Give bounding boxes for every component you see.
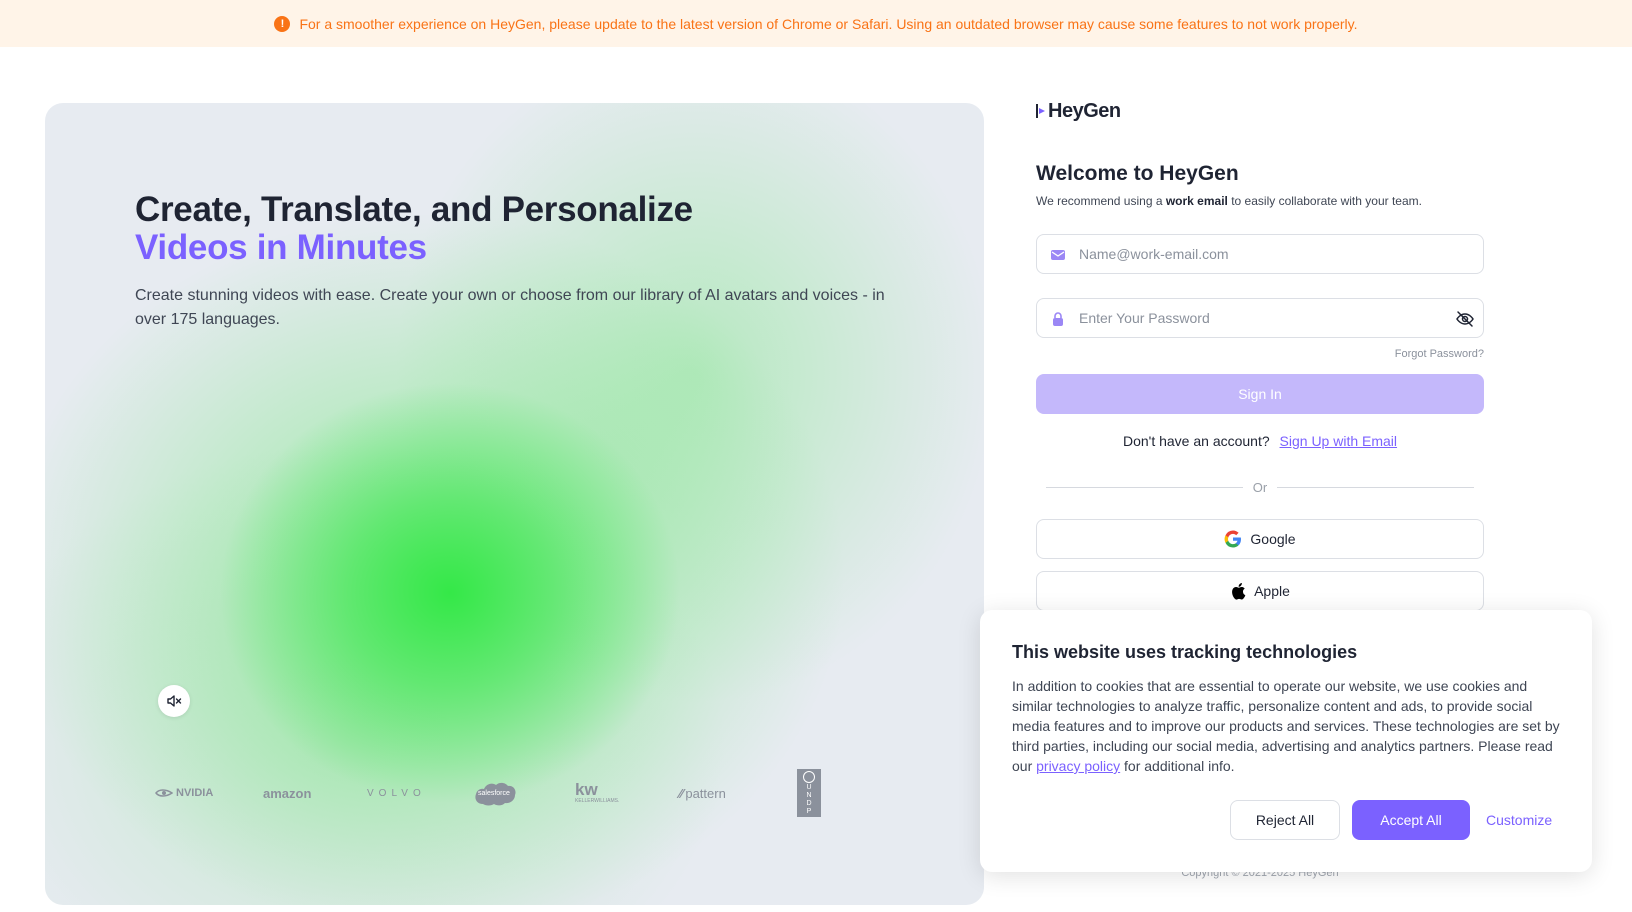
cookie-body: In addition to cookies that are essentia…: [1012, 678, 1560, 774]
browser-warning-banner: ! For a smoother experience on HeyGen, p…: [0, 0, 1632, 47]
heygen-play-icon: [1036, 104, 1045, 118]
apple-icon: [1232, 583, 1246, 600]
hero-title-line1: Create, Translate, and Personalize: [135, 190, 693, 229]
hero-panel: Create, Translate, and Personalize Video…: [45, 103, 984, 905]
no-account-text: Don't have an account?: [1122, 433, 1270, 449]
customize-button[interactable]: Customize: [1486, 800, 1552, 840]
pattern-logo: ⁄⁄ pattern: [679, 785, 726, 801]
welcome-subtitle: We recommend using a work email to easil…: [1036, 194, 1422, 208]
salesforce-logo: salesforce: [473, 763, 517, 823]
google-sign-in-button[interactable]: Google: [1036, 519, 1484, 559]
info-icon: !: [274, 15, 291, 32]
banner-text: For a smoother experience on HeyGen, ple…: [299, 15, 1358, 32]
google-icon: [1225, 530, 1242, 548]
cookie-title: This website uses tracking technologies: [1012, 642, 1358, 662]
eye-off-icon[interactable]: [1455, 309, 1475, 329]
volvo-logo: VOLVO: [367, 787, 426, 799]
hero-title: Create, Translate, and Personalize Video…: [135, 191, 693, 267]
customer-logos: NVIDIA amazon VOLVO salesforce kw KELLER…: [155, 763, 935, 823]
sign-up-link[interactable]: Sign Up with Email: [1280, 433, 1398, 449]
mute-button[interactable]: [158, 685, 190, 717]
heygen-logo[interactable]: HeyGen: [1036, 98, 1484, 124]
mail-icon: [1051, 250, 1065, 260]
nvidia-logo: NVIDIA: [155, 763, 213, 823]
password-input[interactable]: [1079, 299, 1449, 337]
or-text: Or: [1252, 480, 1268, 495]
brand-name: HeyGen: [1048, 99, 1121, 122]
keller-williams-logo: kw KELLERWILLIAMS.: [575, 780, 620, 804]
or-divider: Or: [1046, 480, 1475, 495]
forgot-password-link[interactable]: Forgot Password?: [1395, 348, 1484, 360]
hero-title-line2: Videos in Minutes: [135, 228, 427, 267]
lock-icon: [1053, 312, 1063, 326]
apple-label: Apple: [1254, 583, 1290, 599]
reject-all-button[interactable]: Reject All: [1230, 800, 1340, 840]
apple-sign-in-button[interactable]: Apple: [1036, 571, 1484, 611]
email-field[interactable]: [1036, 234, 1484, 274]
amazon-logo: amazon: [263, 785, 312, 801]
welcome-title: Welcome to HeyGen: [1036, 162, 1239, 185]
hero-description: Create stunning videos with ease. Create…: [135, 287, 885, 328]
cookie-consent-dialog: This website uses tracking technologies …: [980, 610, 1592, 872]
sign-in-button[interactable]: Sign In: [1036, 374, 1484, 414]
login-panel: HeyGen Welcome to HeyGen We recommend us…: [1036, 98, 1484, 611]
undp-logo: U N D P: [797, 763, 821, 823]
privacy-policy-link[interactable]: privacy policy: [1036, 758, 1120, 774]
accept-all-button[interactable]: Accept All: [1352, 800, 1470, 840]
email-input[interactable]: [1079, 235, 1449, 273]
google-label: Google: [1250, 531, 1296, 547]
speaker-muted-icon: [167, 695, 182, 707]
password-field[interactable]: [1036, 298, 1484, 338]
signup-prompt: Don't have an account? Sign Up with Emai…: [1036, 433, 1484, 449]
